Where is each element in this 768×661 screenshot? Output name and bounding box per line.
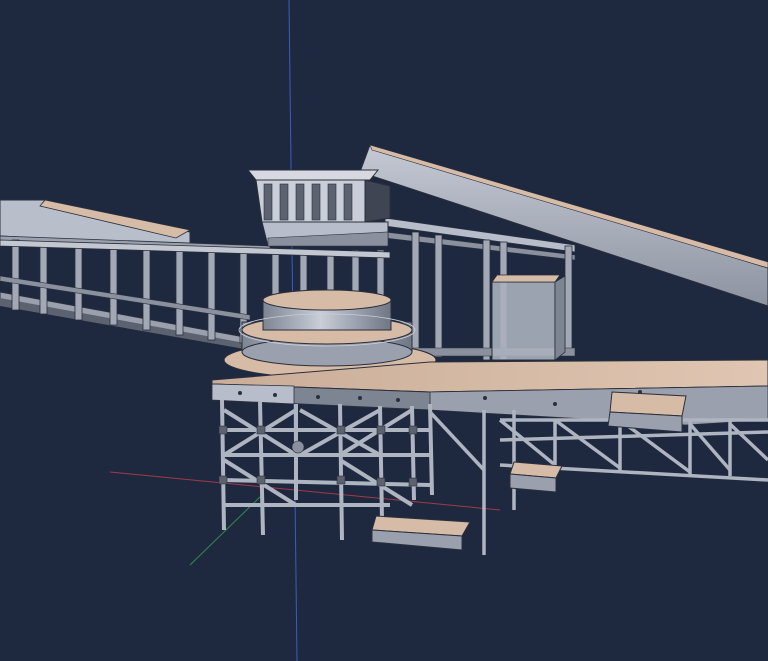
tray-middle[interactable] <box>509 461 563 493</box>
3d-viewport[interactable] <box>0 0 768 661</box>
right-inclined-conveyor[interactable] <box>359 144 768 361</box>
scene-canvas[interactable] <box>0 0 768 661</box>
right-truss[interactable] <box>428 410 768 555</box>
tray-bottom[interactable] <box>371 515 471 551</box>
tray-right[interactable] <box>607 391 687 433</box>
hopper-house[interactable] <box>246 169 391 247</box>
